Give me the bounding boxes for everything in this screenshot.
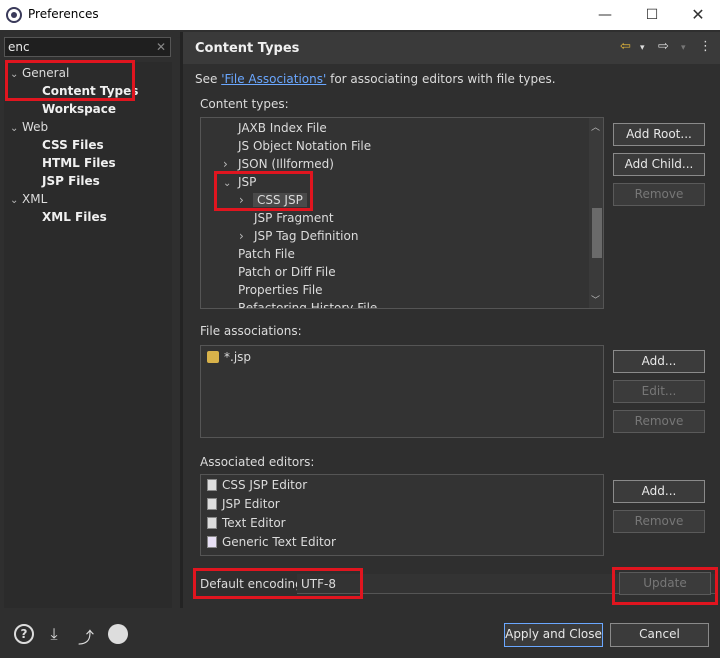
help-icon[interactable]: ? (14, 624, 34, 644)
preferences-nav: enc ✕ ⌄ General Content Types Workspace ⌄… (0, 32, 180, 638)
remove-content-type-button[interactable]: Remove (613, 183, 705, 206)
content-type-item[interactable]: Patch File (238, 245, 295, 263)
chevron-right-icon: › (239, 229, 244, 243)
content-types-page: Content Types ⇦ ▾ ⇨ ▾ ⋮ See 'File Associ… (183, 32, 720, 608)
tree-item-css-files[interactable]: CSS Files (42, 136, 104, 154)
editor-item[interactable]: Generic Text Editor (207, 533, 336, 551)
highlight-box (214, 171, 313, 211)
scroll-up-icon[interactable]: ︿ (591, 120, 600, 133)
page-title: Content Types (195, 41, 300, 56)
cancel-button[interactable]: Cancel (610, 623, 709, 647)
view-menu-icon[interactable]: ⋮ (699, 39, 712, 54)
chevron-down-icon: ⌄ (10, 123, 19, 134)
editor-item[interactable]: Text Editor (207, 514, 286, 532)
add-root-button[interactable]: Add Root... (613, 123, 705, 146)
generic-editor-icon (207, 536, 217, 548)
preferences-tree: ⌄ General Content Types Workspace ⌄ Web CS… (4, 62, 172, 638)
content-types-scrollbar[interactable]: ︿ ﹀ (589, 118, 603, 308)
editor-item[interactable]: CSS JSP Editor (207, 476, 307, 494)
add-child-button[interactable]: Add Child... (613, 153, 705, 176)
dialog-footer: ? ⤓ ⤴ Apply and Close Cancel (0, 608, 720, 658)
file-associations-label: File associations: (200, 324, 302, 338)
text-file-icon (207, 517, 217, 529)
content-type-item[interactable]: Refactoring History File (238, 299, 377, 308)
associated-editors-list[interactable]: CSS JSP Editor JSP Editor Text Editor Ge… (200, 474, 604, 556)
content-types-label: Content types: (200, 97, 289, 111)
add-association-button[interactable]: Add... (613, 350, 705, 373)
tree-item-jsp-files[interactable]: JSP Files (42, 172, 100, 190)
file-associations-list[interactable]: *.jsp (200, 345, 604, 438)
export-icon[interactable]: ⤴ (76, 624, 96, 647)
page-header: Content Types ⇦ ▾ ⇨ ▾ ⋮ (183, 32, 720, 64)
record-icon[interactable] (108, 624, 128, 644)
content-type-item[interactable]: Properties File (238, 281, 323, 299)
highlight-box (193, 568, 363, 599)
tree-item-web[interactable]: ⌄ Web (10, 118, 48, 136)
close-button[interactable]: ✕ (675, 0, 720, 30)
associated-editors-label: Associated editors: (200, 455, 315, 469)
edit-association-button[interactable]: Edit... (613, 380, 705, 403)
editor-item[interactable]: JSP Editor (207, 495, 280, 513)
filter-input[interactable]: enc (4, 37, 171, 57)
content-type-item[interactable]: JSP Fragment (254, 209, 334, 227)
import-icon[interactable]: ⤓ (44, 624, 64, 644)
forward-arrow-icon[interactable]: ⇨ (658, 39, 669, 54)
eclipse-icon (6, 7, 22, 23)
minimize-button[interactable]: — (582, 0, 628, 30)
apply-and-close-button[interactable]: Apply and Close (504, 623, 603, 647)
maximize-button[interactable]: ☐ (629, 0, 675, 30)
highlight-box (5, 60, 135, 101)
add-editor-button[interactable]: Add... (613, 480, 705, 503)
chevron-down-icon: ⌄ (10, 195, 19, 206)
scrollbar-thumb[interactable] (592, 208, 602, 258)
window-title: Preferences (28, 7, 99, 21)
remove-association-button[interactable]: Remove (613, 410, 705, 433)
back-arrow-icon[interactable]: ⇦ (620, 39, 631, 54)
file-associations-link[interactable]: 'File Associations' (221, 72, 326, 86)
tree-item-xml[interactable]: ⌄ XML (10, 190, 47, 208)
content-type-item[interactable]: Patch or Diff File (238, 263, 336, 281)
back-menu-icon[interactable]: ▾ (640, 43, 645, 53)
clear-filter-icon[interactable]: ✕ (156, 40, 166, 54)
remove-editor-button[interactable]: Remove (613, 510, 705, 533)
css-file-icon (207, 479, 217, 491)
content-type-item[interactable]: › JSP Tag Definition (239, 227, 358, 245)
content-type-item[interactable]: JAXB Index File (238, 119, 327, 137)
lock-icon (207, 351, 219, 363)
tree-item-xml-files[interactable]: XML Files (42, 208, 107, 226)
highlight-box (612, 567, 718, 605)
content-type-item[interactable]: JS Object Notation File (238, 137, 371, 155)
content-types-tree[interactable]: JAXB Index File JS Object Notation File … (200, 117, 604, 309)
title-bar: Preferences — ☐ ✕ (0, 0, 720, 30)
tree-item-workspace[interactable]: Workspace (42, 100, 116, 118)
jsp-file-icon (207, 498, 217, 510)
tree-item-html-files[interactable]: HTML Files (42, 154, 116, 172)
scroll-down-icon[interactable]: ﹀ (591, 293, 600, 306)
forward-menu-icon[interactable]: ▾ (681, 43, 686, 53)
file-associations-note: See 'File Associations' for associating … (195, 72, 556, 86)
file-association-item[interactable]: *.jsp (207, 348, 251, 366)
